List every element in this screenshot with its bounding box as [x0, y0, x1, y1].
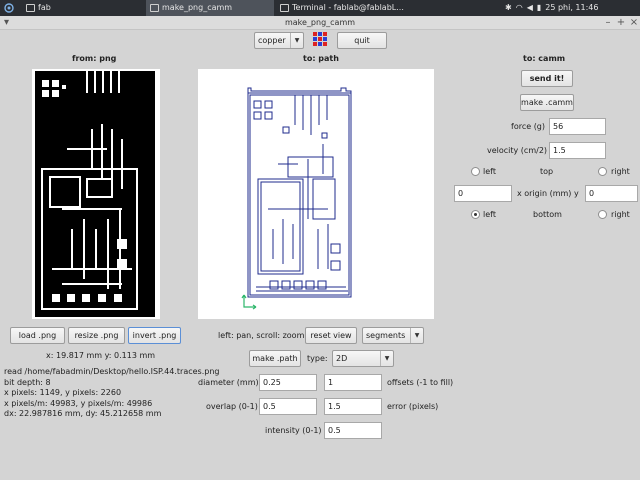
png-info-line: dx: 22.987816 mm, dy: 45.212658 mm	[4, 409, 162, 419]
task-terminal[interactable]: Terminal - fablab@fablabL...	[276, 0, 406, 16]
origin-bottom-right-radio[interactable]	[598, 210, 607, 219]
velocity-field[interactable]: 1.5	[549, 142, 606, 159]
volume-icon[interactable]: ◀	[527, 0, 533, 16]
chevron-down-icon: ▼	[410, 328, 423, 343]
origin-top-left-radio[interactable]	[471, 167, 480, 176]
origin-top-right-label: right	[611, 167, 630, 176]
taskbar: fab make_png_camm Terminal - fablab@fabl…	[0, 0, 640, 16]
origin-bottom-left-label: left	[483, 210, 496, 219]
diameter-label: diameter (mm)	[198, 378, 259, 387]
png-preview[interactable]	[32, 69, 160, 319]
type-label: type:	[307, 354, 328, 363]
velocity-label: velocity (cm/2)	[487, 146, 548, 155]
make-path-button[interactable]: make .path	[249, 350, 301, 367]
view-hint: left: pan, scroll: zoom	[218, 331, 305, 340]
path-type-select[interactable]: 2D ▼	[332, 350, 394, 367]
cursor-coordinates: x: 19.817 mm y: 0.113 mm	[46, 351, 156, 360]
resize-png-button[interactable]: resize .png	[68, 327, 125, 344]
send-it-button[interactable]: send it!	[521, 70, 573, 87]
system-tray: ✱ ◠ ◀ ▮ 25 phi, 11:46	[505, 0, 640, 16]
reset-view-button[interactable]: reset view	[305, 327, 357, 344]
to-path-header: to: path	[303, 54, 339, 63]
folder-icon	[26, 4, 35, 12]
clock[interactable]: 25 phi, 11:46	[545, 0, 598, 16]
chevron-down-icon: ▼	[290, 33, 303, 48]
from-png-header: from: png	[72, 54, 117, 63]
origin-bottom-label: bottom	[533, 210, 562, 219]
offsets-label: offsets (-1 to fill)	[387, 378, 454, 387]
bluetooth-icon[interactable]: ✱	[505, 0, 512, 16]
app-menu-icon[interactable]	[4, 0, 16, 16]
error-field[interactable]: 1.5	[324, 398, 382, 415]
overlap-label: overlap (0-1)	[206, 402, 258, 411]
png-info-line: x pixels: 1149, y pixels: 2260	[4, 388, 122, 398]
origin-label: x origin (mm) y	[517, 189, 579, 198]
format-select[interactable]: copper ▼	[254, 32, 304, 49]
force-label: force (g)	[511, 122, 546, 131]
maximize-icon[interactable]: +	[616, 16, 626, 30]
minimize-icon[interactable]: –	[603, 16, 613, 30]
chevron-down-icon: ▼	[380, 351, 393, 366]
intensity-label: intensity (0-1)	[265, 426, 322, 435]
quit-button[interactable]: quit	[337, 32, 387, 49]
palette-icon[interactable]	[312, 31, 328, 47]
intensity-field[interactable]: 0.5	[324, 422, 382, 439]
load-png-button[interactable]: load .png	[10, 327, 65, 344]
overlap-field[interactable]: 0.5	[259, 398, 317, 415]
task-fab[interactable]: fab	[22, 0, 142, 16]
origin-y-field[interactable]: 0	[585, 185, 638, 202]
offsets-field[interactable]: 1	[324, 374, 382, 391]
png-info-line: read /home/fabadmin/Desktop/hello.ISP.44…	[4, 367, 220, 376]
diameter-field[interactable]: 0.25	[259, 374, 317, 391]
window-titlebar[interactable]: ▾ make_png_camm – + ×	[0, 16, 640, 30]
origin-x-field[interactable]: 0	[454, 185, 512, 202]
view-mode-select[interactable]: segments ▼	[362, 327, 424, 344]
origin-top-left-label: left	[483, 167, 496, 176]
terminal-icon	[280, 4, 289, 12]
to-camm-header: to: camm	[523, 54, 566, 63]
battery-icon[interactable]: ▮	[537, 0, 541, 16]
png-info-line: x pixels/m: 49983, y pixels/m: 49986	[4, 398, 153, 408]
origin-top-label: top	[540, 167, 554, 176]
invert-png-button[interactable]: invert .png	[128, 327, 181, 344]
origin-top-right-radio[interactable]	[598, 167, 607, 176]
wifi-icon[interactable]: ◠	[516, 0, 523, 16]
png-info-line: bit depth: 8	[4, 377, 51, 387]
png-info: read /home/fabadmin/Desktop/hello.ISP.44…	[4, 367, 219, 420]
force-field[interactable]: 56	[549, 118, 606, 135]
window-title: make_png_camm	[284, 18, 356, 27]
path-preview[interactable]	[198, 69, 434, 319]
error-label: error (pixels)	[387, 402, 439, 411]
origin-bottom-right-label: right	[611, 210, 630, 219]
task-make-png-camm[interactable]: make_png_camm	[146, 0, 274, 16]
close-icon[interactable]: ×	[629, 16, 639, 30]
make-camm-button[interactable]: make .camm	[520, 94, 574, 111]
origin-bottom-left-radio[interactable]	[471, 210, 480, 219]
window-icon	[150, 4, 159, 12]
